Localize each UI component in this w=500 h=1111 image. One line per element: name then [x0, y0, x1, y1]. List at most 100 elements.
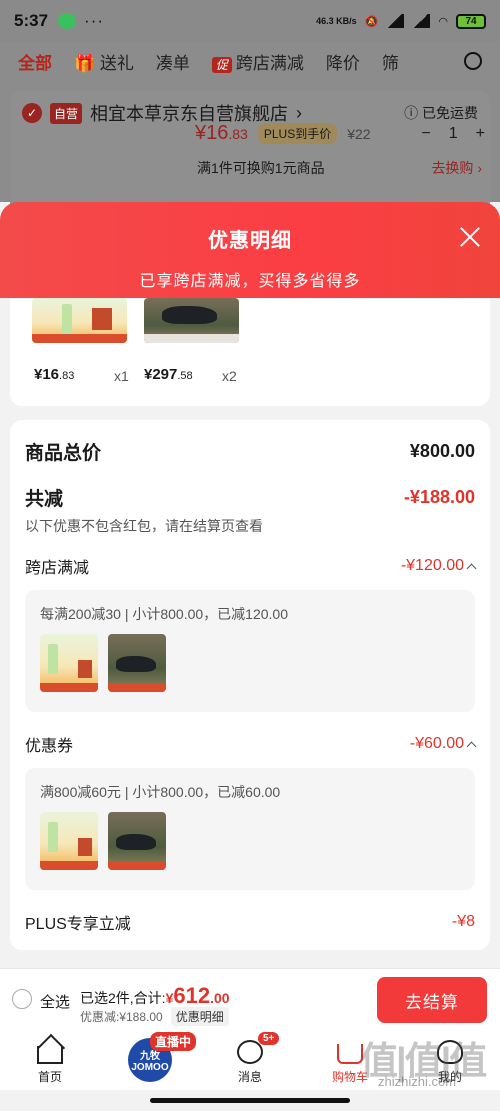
- cross-store-label: 跨店满减: [25, 560, 90, 577]
- product-tube-shape: [62, 304, 72, 334]
- plus-discount-row: PLUS专享立减 -¥8: [25, 910, 475, 934]
- nav-live[interactable]: 九牧 JOMOO 直播中: [100, 1030, 200, 1090]
- quantity-stepper: − 1 +: [421, 125, 485, 143]
- selected-text: 已选2件,合计:: [80, 990, 166, 1006]
- coupon-row[interactable]: 优惠券 -¥60.00: [25, 732, 477, 756]
- product-banner: [40, 861, 98, 870]
- product-thumbnail-shoe: [108, 634, 166, 692]
- item-price: ¥16.83: [195, 122, 248, 145]
- total-price-row: 商品总价 ¥800.00: [25, 438, 475, 465]
- nav-home[interactable]: 首页: [0, 1030, 100, 1090]
- price-dec: .83: [228, 126, 248, 142]
- more-dots-icon: ···: [84, 11, 105, 30]
- product-banner-2: [144, 334, 239, 343]
- product-box-shape: [92, 308, 112, 330]
- shoe-shape: [116, 834, 156, 850]
- coupon-value: -¥60.00: [409, 735, 464, 752]
- reduce-note: 以下优惠不包含红包，请在结算页查看: [25, 518, 263, 534]
- signal-icon: [386, 14, 405, 28]
- store-checkbox[interactable]: ✓: [22, 103, 42, 123]
- product-thumbnail-cream: [40, 812, 98, 870]
- product-banner: [32, 334, 127, 343]
- total-reduce-value: -¥188.00: [403, 487, 475, 507]
- goods-card: ¥16.83 x1 ¥297.58 x2: [10, 298, 490, 406]
- total-reduce-label: 共减: [25, 489, 64, 510]
- original-price: ¥22: [347, 125, 371, 142]
- increase-button[interactable]: +: [476, 125, 485, 143]
- product-box-shape: [78, 660, 92, 678]
- message-badge: 5+: [258, 1032, 280, 1045]
- exchange-text: 满1件可换购1元商品: [197, 160, 325, 176]
- self-operated-tag: 自营: [50, 102, 83, 124]
- discount-detail-body: ¥16.83 x1 ¥297.58 x2 商品总价 ¥800.00 共减 -¥1…: [0, 298, 500, 968]
- select-all-label[interactable]: 全选: [40, 991, 70, 1012]
- product-thumbnail-cream: [40, 634, 98, 692]
- product-tube-shape: [48, 822, 58, 852]
- tab-combine[interactable]: 凑单: [156, 49, 190, 74]
- home-icon: [37, 1046, 63, 1064]
- total-reduce-row: 共减 -¥188.00: [25, 484, 475, 511]
- discount-text: 优惠减:¥188.00: [80, 1010, 163, 1024]
- plus-price-tag: PLUS到手价: [257, 123, 338, 144]
- chevron-up-icon: [466, 563, 477, 573]
- quantity-value[interactable]: 1: [449, 125, 458, 143]
- cross-store-value-wrap: -¥120.00: [401, 557, 477, 575]
- battery-icon: 74: [456, 13, 486, 29]
- discount-detail-button[interactable]: 优惠明细: [170, 1007, 229, 1026]
- wifi-icon: ◠: [438, 15, 448, 28]
- decrease-button[interactable]: −: [421, 125, 430, 143]
- status-bar: 5:37 ··· 46.3 KB/s 🔕 ◠ 74: [0, 0, 500, 42]
- tab-gift-label: 送礼: [99, 53, 134, 73]
- selected-summary: 已选2件,合计: ¥ 612 .00: [80, 983, 230, 1009]
- total-price-value: ¥800.00: [409, 441, 475, 461]
- total-symbol: ¥: [165, 990, 174, 1006]
- discount-detail-header: 优惠明细 已享跨店满减，买得多省得多: [0, 202, 500, 302]
- coupon-label: 优惠券: [25, 738, 74, 755]
- go-exchange-link[interactable]: 去换购 ›: [431, 158, 482, 178]
- discount-summary: 优惠减:¥188.00 优惠明细: [80, 1007, 229, 1026]
- close-icon[interactable]: [458, 224, 482, 248]
- product-banner-2: [108, 861, 166, 870]
- cart-filter-tabs: 全部 🎁 送礼 凑单 促跨店满减 降价 筛: [0, 42, 500, 80]
- tab-cross-store[interactable]: 促跨店满减: [211, 49, 304, 74]
- tab-cross-store-label: 跨店满减: [235, 53, 304, 73]
- cross-store-box: 每满200减30 | 小计800.00，已减120.00: [25, 590, 475, 712]
- gift-icon: 🎁: [74, 53, 96, 73]
- discount-detail-card: 商品总价 ¥800.00 共减 -¥188.00 以下优惠不包含红包，请在结算页…: [10, 420, 490, 950]
- chevron-right-icon: ›: [296, 102, 303, 123]
- free-shipping-text: 已免运费: [422, 105, 478, 121]
- price-symbol: ¥: [195, 122, 207, 144]
- shoe-shape: [116, 656, 156, 672]
- coupon-desc: 满800减60元 | 小计800.00，已减60.00: [40, 784, 281, 800]
- tab-price-drop[interactable]: 降价: [326, 49, 360, 74]
- promo-icon: 促: [211, 56, 232, 73]
- plus-discount-value: -¥8: [451, 913, 475, 930]
- product-thumbnail-shoe: [144, 298, 239, 343]
- cross-store-desc: 每满200减30 | 小计800.00，已减120.00: [40, 606, 288, 622]
- modal-title: 优惠明细: [208, 230, 292, 252]
- product-banner: [40, 683, 98, 692]
- nav-messages[interactable]: 5+ 消息: [200, 1030, 300, 1090]
- product-thumbnail-cream: [32, 298, 127, 343]
- goods-price-2: ¥297.58: [144, 366, 193, 383]
- total-amount: 612: [173, 983, 211, 1008]
- total-decimal: .00: [210, 990, 230, 1006]
- tab-all[interactable]: 全部: [18, 49, 52, 74]
- goods-price-2-int: ¥297: [144, 366, 178, 383]
- signal-icon-2: [412, 14, 431, 28]
- net-speed: 46.3 KB/s: [316, 15, 357, 26]
- search-icon[interactable]: [464, 52, 482, 70]
- goods-price-2-dec: .58: [177, 370, 193, 382]
- tab-filter[interactable]: 筛: [382, 49, 399, 74]
- checkout-button[interactable]: 去结算: [377, 977, 487, 1023]
- watermark-url: zhizhizhi.com: [378, 1074, 457, 1089]
- tab-gift[interactable]: 🎁 送礼: [74, 49, 134, 74]
- exchange-row: 满1件可换购1元商品 去换购 ›: [197, 158, 482, 178]
- message-icon: [237, 1040, 263, 1064]
- goods-price-1-int: ¥16: [34, 366, 60, 383]
- cross-store-row[interactable]: 跨店满减 -¥120.00: [25, 554, 477, 578]
- nav-home-label: 首页: [37, 1070, 62, 1084]
- wechat-icon: [58, 13, 77, 29]
- select-all-radio[interactable]: [12, 989, 32, 1009]
- coupon-box: 满800减60元 | 小计800.00，已减60.00: [25, 768, 475, 890]
